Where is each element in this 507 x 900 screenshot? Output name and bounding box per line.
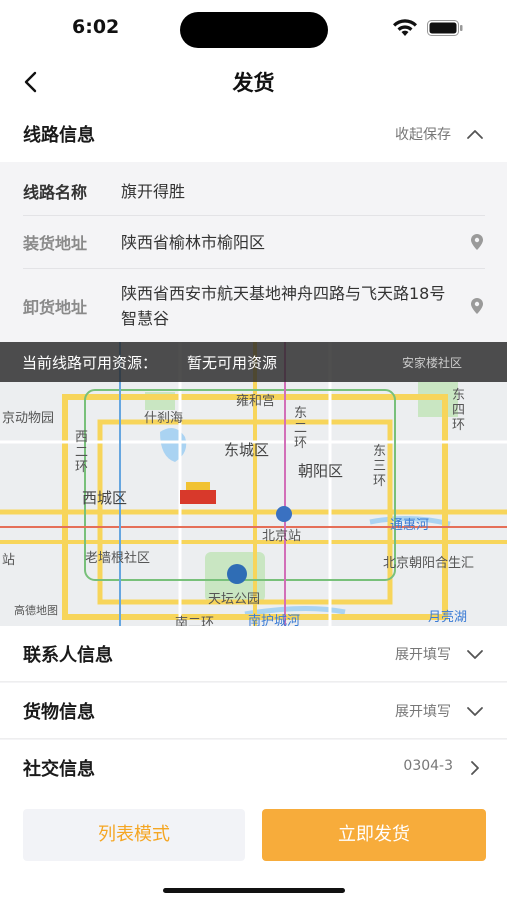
ship-now-button[interactable]: 立即发货 [262,809,486,861]
map-label: 站 [2,553,16,568]
unloading-address-label: 卸货地址 [23,298,88,317]
unloading-address-value[interactable]: 陕西省西安市航天基地神舟四路与飞天路18号智慧谷 [121,281,459,331]
map-label: 月亮湖 [428,610,468,625]
map-label: 东三环 [373,444,387,489]
battery-icon [427,20,463,36]
resource-value: 暂无可用资源 [187,354,278,372]
route-section-header[interactable]: 线路信息 收起保存 [0,106,507,162]
map-provider-logo: 高德地图 [14,604,58,617]
loading-address-value[interactable]: 陕西省榆林市榆阳区 [121,230,459,255]
route-name-value[interactable]: 旗开得胜 [121,179,485,204]
route-section-title: 线路信息 [23,125,95,146]
resource-label: 当前线路可用资源： [22,354,158,372]
map-label: 通惠河 [390,518,430,533]
route-name-row[interactable]: 线路名称 旗开得胜 [23,178,485,204]
social-section-title: 社交信息 [23,759,95,780]
bottom-action-bar: 列表模式 立即发货 [0,796,507,900]
map-label: 西城区 [82,489,128,507]
location-pin-icon[interactable] [469,297,485,315]
route-name-label: 线路名称 [23,183,88,202]
status-time: 6:02 [72,16,120,38]
map-label: 朝阳区 [298,462,344,480]
status-bar: 6:02 [0,0,507,58]
social-section-value[interactable]: 0304-3 [403,758,453,774]
route-details: 线路名称 旗开得胜 装货地址 陕西省榆林市榆阳区 卸货地址 陕西省西安市航天基地… [0,162,507,342]
map-label: 雍和宫 [236,394,276,409]
divider [23,215,485,216]
map-label: 京动物园 [2,411,55,426]
map-label: 南护城河 [248,614,301,626]
contact-section-header[interactable]: 联系人信息 展开填写 [0,626,507,682]
map-label: 西二环 [75,430,89,475]
location-pin-icon[interactable] [469,233,485,251]
unloading-address-row[interactable]: 卸货地址 陕西省西安市航天基地神舟四路与飞天路18号智慧谷 [23,280,485,332]
map-label: 东四环 [452,388,466,433]
map-roads [0,342,507,626]
map-label: 东城区 [224,441,270,459]
nav-bar: 发货 [0,58,507,106]
map-label: 北京朝阳合生汇 [383,556,475,571]
wifi-icon [393,19,417,36]
chevron-down-icon[interactable] [465,702,485,720]
contact-section-title: 联系人信息 [23,645,113,666]
dynamic-island [180,12,328,48]
home-indicator [163,888,345,893]
goods-section-title: 货物信息 [23,702,95,723]
loading-address-row[interactable]: 装货地址 陕西省榆林市榆阳区 [23,229,485,255]
goods-section-header[interactable]: 货物信息 展开填写 [0,683,507,739]
map-label: 安家楼社区 [402,356,463,370]
map-label: 天坛公园 [208,592,261,607]
collapse-save-button[interactable]: 收起保存 [395,124,451,144]
route-map[interactable]: 当前线路可用资源： 暂无可用资源 安家楼社区 京动物园 什刹海 雍和宫 东二环 … [0,342,507,626]
map-label: 什刹海 [144,411,184,426]
map-label: 老墙根社区 [85,551,151,566]
divider [23,268,485,269]
loading-address-label: 装货地址 [23,234,88,253]
map-label: 北京站 [262,529,302,544]
chevron-down-icon[interactable] [465,645,485,663]
page-title: 发货 [232,71,275,95]
map-label: 东二环 [294,406,308,451]
expand-fill-button[interactable]: 展开填写 [395,701,451,721]
map-label: 南二环 [175,616,215,626]
chevron-right-icon[interactable] [465,759,485,777]
social-section-header[interactable]: 社交信息 0304-3 [0,740,507,796]
expand-fill-button[interactable]: 展开填写 [395,644,451,664]
chevron-up-icon[interactable] [465,125,485,143]
list-mode-button[interactable]: 列表模式 [23,809,245,861]
resource-banner: 当前线路可用资源： 暂无可用资源 安家楼社区 [0,342,507,382]
